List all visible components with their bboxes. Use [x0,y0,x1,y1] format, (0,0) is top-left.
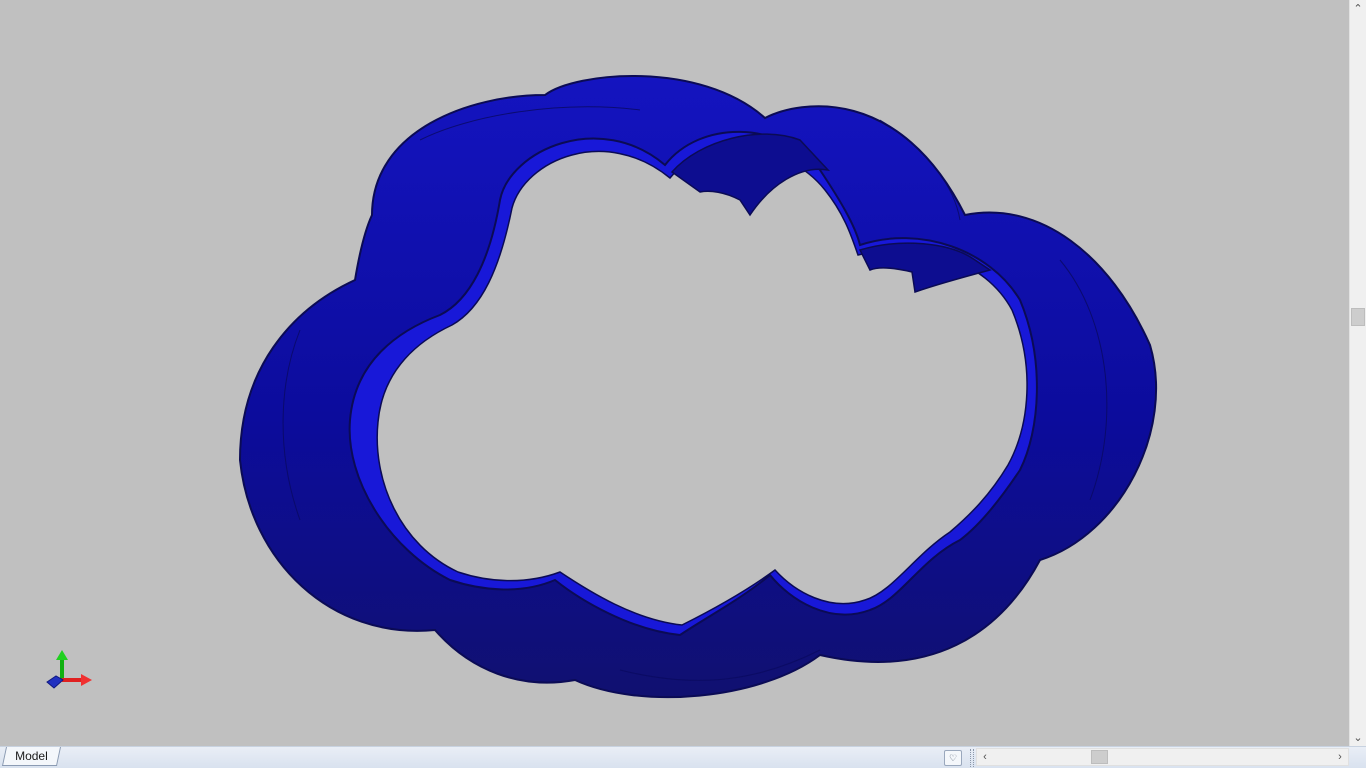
chevron-up-icon[interactable]: ⌃ [1350,0,1366,17]
graphics-viewport[interactable] [0,0,1349,746]
vertical-scrollbar[interactable]: ⌃ ⌄ [1349,0,1366,746]
chevron-right-icon[interactable]: › [1332,749,1348,765]
tab-model-label: Model [15,749,48,763]
horizontal-scrollbar[interactable]: ‹ › [976,748,1349,766]
horizontal-scroll-thumb[interactable] [1091,750,1108,764]
model-tab-bar: Model ♡ ‹ › [0,746,1366,768]
vertical-scroll-thumb[interactable] [1351,308,1365,326]
tab-model[interactable]: Model [1,747,61,766]
cloud-cookie-cutter-model[interactable] [0,0,1349,746]
tab-scroll-splitter[interactable] [970,749,974,767]
heart-chevron-icon[interactable]: ♡ [944,750,962,766]
chevron-down-icon[interactable]: ⌄ [1350,729,1366,746]
chevron-left-icon[interactable]: ‹ [977,749,993,765]
axis-triad-icon [46,650,92,689]
